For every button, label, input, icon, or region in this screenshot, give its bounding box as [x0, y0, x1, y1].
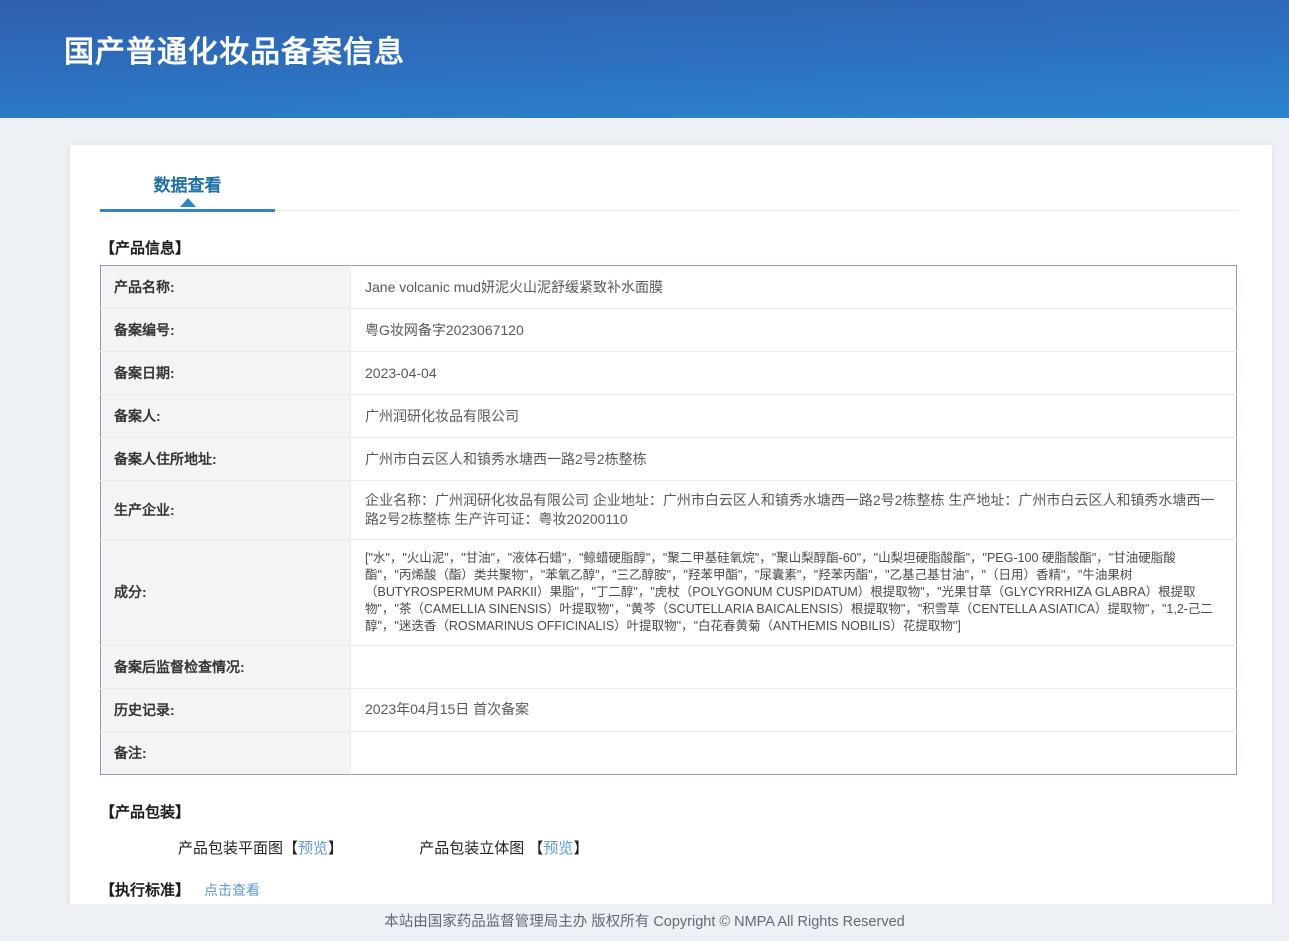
tab-data-view[interactable]: 数据查看 — [100, 171, 275, 212]
row-label: 生产企业: — [101, 481, 351, 540]
preview-link-3d[interactable]: 预览 — [543, 840, 573, 857]
packaging-section-title: 【产品包装】 — [100, 801, 1237, 822]
page-title: 国产普通化妆品备案信息 — [0, 0, 1289, 71]
row-label: 产品名称: — [101, 266, 351, 309]
row-label: 备注: — [101, 731, 351, 774]
row-label: 备案日期: — [101, 352, 351, 395]
row-value-ingredients: ["水"，"火山泥"，"甘油"，"液体石蜡"，"鲸蜡硬脂醇"，"聚二甲基硅氧烷"… — [351, 539, 1237, 645]
table-row: 历史记录: 2023年04月15日 首次备案 — [101, 688, 1237, 731]
table-row: 备案日期: 2023-04-04 — [101, 352, 1237, 395]
packaging-3d-label: 产品包装立体图 — [419, 840, 528, 857]
product-info-section-title: 【产品信息】 — [100, 237, 1237, 258]
table-row: 生产企业: 企业名称：广州润研化妆品有限公司 企业地址：广州市白云区人和镇秀水塘… — [101, 481, 1237, 540]
row-value: Jane volcanic mud妍泥火山泥舒缓紧致补水面膜 — [351, 266, 1237, 309]
packaging-flat-label: 产品包装平面图 — [178, 840, 283, 857]
standard-view-link[interactable]: 点击查看 — [204, 882, 260, 898]
row-value: 广州润研化妆品有限公司 — [351, 395, 1237, 438]
bracket-close: 】 — [573, 840, 588, 857]
table-row: 产品名称: Jane volcanic mud妍泥火山泥舒缓紧致补水面膜 — [101, 266, 1237, 309]
footer-copyright: 本站由国家药品监督管理局主办 版权所有 Copyright © NMPA All… — [384, 914, 904, 930]
row-value: 广州市白云区人和镇秀水塘西一路2号2栋整栋 — [351, 438, 1237, 481]
row-label: 历史记录: — [101, 688, 351, 731]
row-value — [351, 645, 1237, 688]
table-row: 成分: ["水"，"火山泥"，"甘油"，"液体石蜡"，"鲸蜡硬脂醇"，"聚二甲基… — [101, 539, 1237, 645]
preview-link-flat[interactable]: 预览 — [298, 840, 328, 857]
standard-row: 【执行标准】点击查看 — [100, 879, 1237, 900]
product-info-table: 产品名称: Jane volcanic mud妍泥火山泥舒缓紧致补水面膜 备案编… — [100, 265, 1237, 775]
table-row: 备案后监督检查情况: — [101, 645, 1237, 688]
tabs-bar: 数据查看 — [100, 171, 1237, 211]
row-label: 备案后监督检查情况: — [101, 645, 351, 688]
table-row: 备案人住所地址: 广州市白云区人和镇秀水塘西一路2号2栋整栋 — [101, 438, 1237, 481]
bracket-close: 】 — [328, 840, 343, 857]
row-label: 备案人: — [101, 395, 351, 438]
packaging-items: 产品包装平面图【预览】 产品包装立体图 【预览】 — [100, 837, 1237, 858]
table-row: 备注: — [101, 731, 1237, 774]
table-row: 备案编号: 粤G妆网备字2023067120 — [101, 309, 1237, 352]
row-value: 2023-04-04 — [351, 352, 1237, 395]
row-value: 2023年04月15日 首次备案 — [351, 688, 1237, 731]
content-card: 数据查看 【产品信息】 产品名称: Jane volcanic mud妍泥火山泥… — [70, 145, 1272, 941]
page-footer: 本站由国家药品监督管理局主办 版权所有 Copyright © NMPA All… — [0, 904, 1289, 941]
bracket-open: 【 — [528, 840, 543, 857]
table-row: 备案人: 广州润研化妆品有限公司 — [101, 395, 1237, 438]
row-label: 成分: — [101, 539, 351, 645]
standard-section-title: 【执行标准】 — [100, 882, 190, 899]
row-label: 备案人住所地址: — [101, 438, 351, 481]
row-value: 企业名称：广州润研化妆品有限公司 企业地址：广州市白云区人和镇秀水塘西一路2号2… — [351, 481, 1237, 540]
page-header: 国产普通化妆品备案信息 — [0, 0, 1289, 118]
bracket-open: 【 — [283, 840, 298, 857]
packaging-item-flat: 产品包装平面图【预览】 — [178, 837, 343, 858]
packaging-item-3d: 产品包装立体图 【预览】 — [419, 837, 588, 858]
row-label: 备案编号: — [101, 309, 351, 352]
row-value: 粤G妆网备字2023067120 — [351, 309, 1237, 352]
row-value — [351, 731, 1237, 774]
